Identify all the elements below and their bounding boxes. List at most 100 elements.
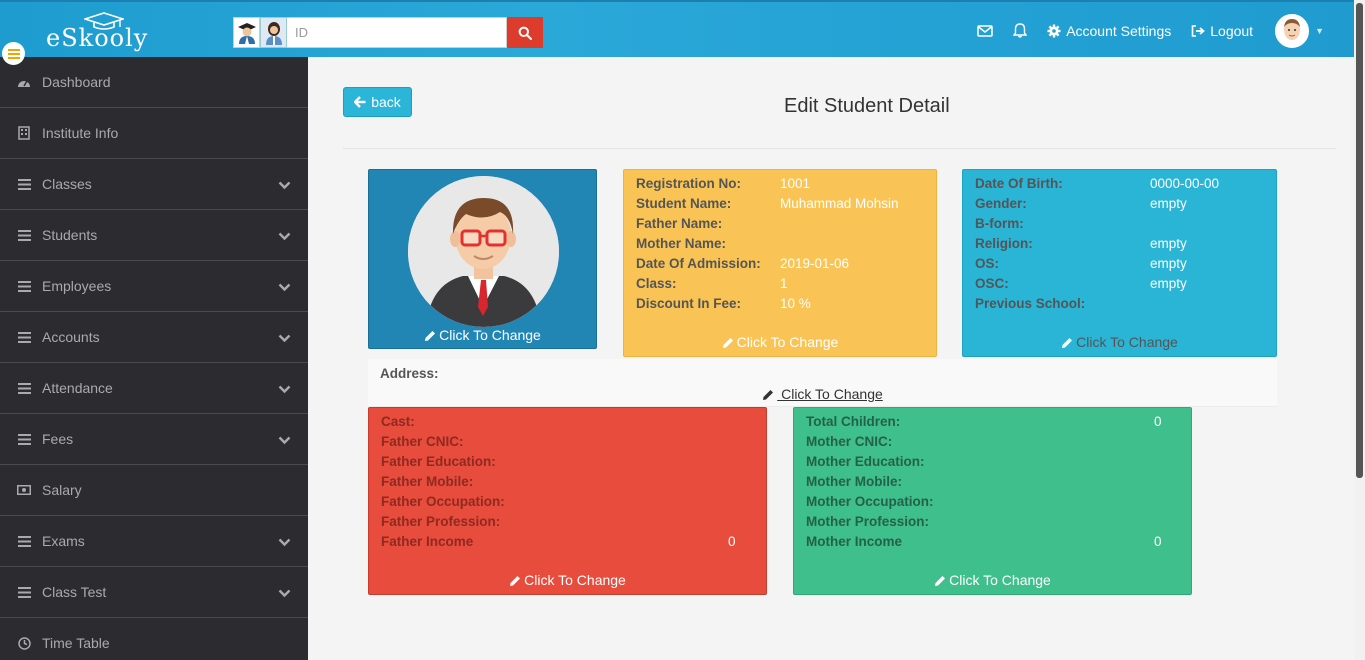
father-info-label: Father Occupation: (381, 494, 505, 509)
change-photo-link[interactable]: Click To Change (369, 327, 596, 343)
student-info-value: 1001 (780, 176, 811, 191)
chevron-down-icon[interactable] (278, 534, 291, 550)
personal-info-value: empty (1150, 196, 1187, 211)
sidebar-item-label: Fees (42, 431, 74, 447)
header-actions: Account Settings Logout ▼ (957, 2, 1324, 59)
change-father-info-link[interactable]: Click To Change (369, 572, 766, 588)
back-button[interactable]: back (343, 87, 412, 117)
menu-icon (17, 432, 31, 446)
menu-icon (17, 330, 31, 344)
notifications-button[interactable] (1013, 23, 1028, 38)
father-info-value: 0 (728, 534, 736, 549)
menu-icon (17, 279, 31, 293)
sidebar-item-attendance[interactable]: Attendance (0, 363, 308, 414)
personal-info-label: OS: (975, 256, 1000, 271)
student-info-value: 1 (780, 276, 788, 291)
sidebar: Dashboard Institute Info Classes Students Em… (0, 42, 308, 660)
pencil-icon (935, 576, 946, 586)
student-info-label: Mother Name: (636, 236, 727, 251)
sidebar-item-dashboard[interactable]: Dashboard (0, 57, 308, 108)
search-icon (518, 26, 532, 40)
student-photo[interactable] (408, 176, 559, 327)
male-avatar-toggle[interactable] (233, 17, 260, 48)
personal-info-value: empty (1150, 236, 1187, 251)
pencil-icon (425, 331, 436, 341)
student-info-label: Date Of Admission: (636, 256, 761, 271)
chevron-down-icon[interactable] (278, 432, 291, 448)
money-icon (17, 483, 31, 497)
sidebar-item-classes[interactable]: Classes (0, 159, 308, 210)
main-content: back Edit Student Detail Click To Change… (308, 57, 1354, 660)
personal-info-label: OSC: (975, 276, 1009, 291)
student-info-value: 10 % (780, 296, 811, 311)
sidebar-item-time-table[interactable]: Time Table (0, 618, 308, 660)
dashboard-icon (17, 75, 31, 89)
chevron-down-icon[interactable] (278, 330, 291, 346)
top-header: eSkooly ID Account Settings Logout ▼ (0, 0, 1354, 57)
father-info-label: Father Profession: (381, 514, 501, 529)
sidebar-item-label: Classes (42, 176, 92, 192)
student-info-label: Registration No: (636, 176, 742, 191)
menu-icon (17, 534, 31, 548)
pencil-icon (510, 576, 521, 586)
sidebar-item-employees[interactable]: Employees (0, 261, 308, 312)
sidebar-toggle-button[interactable] (2, 42, 25, 65)
pencil-icon (763, 390, 774, 400)
change-student-info-link[interactable]: Click To Change (624, 334, 936, 350)
chevron-down-icon[interactable] (278, 279, 291, 295)
gear-icon (1047, 24, 1061, 37)
arrow-left-icon (354, 96, 366, 108)
change-address-label: Click To Change (777, 386, 883, 402)
chevron-down-icon[interactable] (278, 228, 291, 244)
father-info-label: Father CNIC: (381, 434, 464, 449)
change-address-link[interactable]: Click To Change (368, 386, 1277, 402)
sidebar-item-institute-info[interactable]: Institute Info (0, 108, 308, 159)
sidebar-item-label: Exams (42, 533, 85, 549)
pencil-icon (1062, 338, 1073, 348)
personal-info-value: empty (1150, 256, 1187, 271)
student-info-card: Registration No: 1001 Student Name: Muhamma… (623, 169, 937, 357)
chevron-down-icon[interactable] (278, 381, 291, 397)
scrollbar-thumb[interactable] (1356, 3, 1363, 478)
address-section: Address: Click To Change (368, 359, 1277, 407)
page-scrollbar[interactable] (1354, 0, 1365, 660)
user-menu-caret-icon[interactable]: ▼ (1315, 26, 1324, 36)
student-info-label: Discount In Fee: (636, 296, 742, 311)
chevron-down-icon[interactable] (278, 585, 291, 601)
sidebar-item-salary[interactable]: Salary (0, 465, 308, 516)
logout-icon (1191, 24, 1206, 37)
change-mother-info-link[interactable]: Click To Change (794, 572, 1191, 588)
account-settings-link[interactable]: Account Settings (1047, 23, 1171, 39)
change-personal-info-link[interactable]: Click To Change (963, 334, 1276, 350)
mother-info-label: Mother Mobile: (806, 474, 902, 489)
student-info-value: 2019-01-06 (780, 256, 850, 271)
sidebar-item-exams[interactable]: Exams (0, 516, 308, 567)
sidebar-item-label: Institute Info (42, 125, 119, 141)
logout-link[interactable]: Logout (1191, 23, 1253, 39)
menu-icon (17, 177, 31, 191)
personal-info-value: 0000-00-00 (1150, 176, 1220, 191)
pencil-icon (722, 338, 733, 348)
female-student-icon (265, 21, 282, 45)
mother-info-label: Mother Occupation: (806, 494, 934, 509)
sidebar-item-fees[interactable]: Fees (0, 414, 308, 465)
sidebar-item-label: Salary (42, 482, 82, 498)
sidebar-item-label: Students (42, 227, 98, 243)
male-student-icon (237, 22, 256, 44)
chevron-down-icon[interactable] (278, 177, 291, 193)
hamburger-icon (7, 48, 20, 59)
sidebar-item-students[interactable]: Students (0, 210, 308, 261)
eskooly-logo[interactable]: eSkooly (46, 12, 147, 52)
clock-icon (17, 636, 31, 650)
messages-button[interactable] (977, 24, 993, 37)
search-input[interactable] (287, 17, 507, 48)
personal-info-label: Date Of Birth: (975, 176, 1063, 191)
father-info-label: Father Income (381, 534, 474, 549)
sidebar-item-accounts[interactable]: Accounts (0, 312, 308, 363)
user-avatar[interactable] (1275, 13, 1310, 48)
female-avatar-toggle[interactable] (260, 17, 287, 48)
sidebar-item-class-test[interactable]: Class Test (0, 567, 308, 618)
search-button[interactable] (507, 17, 543, 48)
mother-info-label: Total Children: (806, 414, 901, 429)
user-avatar-icon (1277, 15, 1308, 46)
